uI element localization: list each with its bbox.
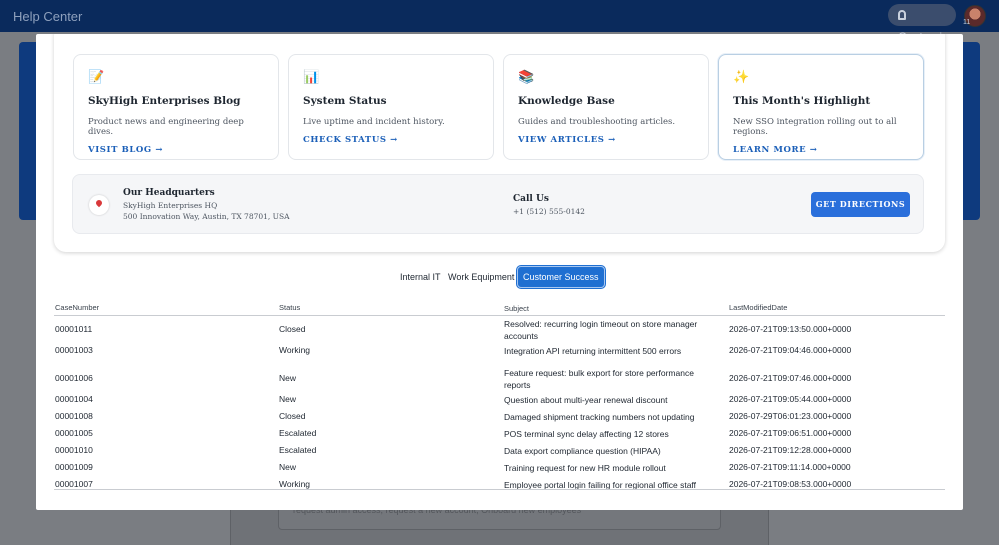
cell-last-modified: 2026-07-21T09:11:14.000+0000 [729, 462, 851, 472]
cases-table: CaseNumber Status Subject LastModifiedDa… [54, 302, 945, 490]
cell-last-modified: 2026-07-21T09:07:46.000+0000 [729, 373, 852, 383]
cell-status: Working [279, 345, 311, 355]
cell-last-modified: 2026-07-21T09:06:51.000+0000 [729, 428, 852, 438]
call-us-title: Call Us [513, 194, 549, 204]
column-header-case-number[interactable]: CaseNumber [55, 303, 99, 312]
cell-last-modified: 2026-07-21T09:04:46.000+0000 [729, 345, 852, 355]
table-row[interactable]: 00001009 New Training request for new HR m… [54, 462, 945, 476]
resource-card-status: 📊 System Status Live uptime and incident… [288, 54, 494, 160]
check-status-link[interactable]: CHECK STATUS → [303, 135, 479, 145]
sparkles-icon: ✨ [733, 70, 750, 85]
cell-subject: Integration API returning intermittent 5… [504, 346, 682, 356]
table-row[interactable]: 00001010 Escalated Data export compliance … [54, 445, 945, 459]
cell-case-number[interactable]: 00001009 [55, 462, 93, 472]
table-row[interactable]: 00001007 Working Employee portal login fai… [54, 479, 945, 493]
cell-subject: Damaged shipment tracking numbers not up… [504, 412, 695, 422]
cell-case-number[interactable]: 00001011 [55, 324, 92, 334]
resource-card-highlight: ✨ This Month's Highlight New SSO integra… [718, 54, 924, 160]
cell-status: Closed [279, 324, 306, 334]
resource-card-knowledge-base: 📚 Knowledge Base Guides and troubleshoot… [503, 54, 709, 160]
table-row[interactable]: 00001004 New Question about multi-year ren… [54, 394, 945, 408]
table-row[interactable]: 00001003 Working Integration API returning… [54, 345, 945, 359]
cell-case-number[interactable]: 00001008 [55, 411, 93, 421]
cell-last-modified: 2026-07-21T09:08:53.000+0000 [729, 479, 852, 489]
cell-status: Closed [279, 411, 306, 421]
card-description: New SSO integration rolling out to all r… [733, 117, 897, 137]
cell-case-number[interactable]: 00001005 [55, 428, 93, 438]
cell-subject: Data export compliance question (HIPAA) [504, 446, 661, 456]
cell-case-number[interactable]: 00001007 [55, 479, 93, 489]
resources-panel: 📝 SkyHigh Enterprises Blog Product news … [54, 34, 945, 252]
tab-internal-it[interactable]: Internal IT [400, 268, 441, 286]
card-description: Product news and engineering deep dives. [88, 117, 244, 137]
customize-icon [898, 10, 906, 20]
card-description: Live uptime and incident history. [303, 117, 445, 127]
table-header: CaseNumber Status Subject LastModifiedDa… [54, 302, 945, 316]
phone-number[interactable]: +1 (512) 555-0142 [513, 207, 585, 216]
table-row[interactable]: 00001006 New Feature request: bulk export … [54, 367, 945, 391]
cell-last-modified: 2026-07-29T06:01:23.000+0000 [729, 411, 852, 421]
books-icon: 📚 [518, 70, 535, 85]
hq-name: SkyHigh Enterprises HQ [123, 201, 218, 210]
cell-status: New [279, 394, 297, 404]
cell-subject: Feature request: bulk export for store p… [504, 368, 694, 390]
customize-button[interactable]: Customize [888, 4, 956, 44]
column-header-subject[interactable]: Subject [504, 303, 719, 315]
cell-last-modified: 2026-07-21T09:12:28.000+0000 [729, 445, 852, 455]
bar-chart-icon: 📊 [303, 70, 320, 85]
cell-case-number[interactable]: 00001010 [55, 445, 93, 455]
cell-status: Escalated [279, 445, 317, 455]
hq-title: Our Headquarters [123, 188, 215, 198]
cell-status: Escalated [279, 428, 317, 438]
top-nav-bar: Help Center Customize 11 [0, 0, 999, 44]
cell-subject: POS terminal sync delay affecting 12 sto… [504, 429, 669, 439]
cell-status: New [279, 373, 297, 383]
table-row[interactable]: 00001011 Closed Resolved: recurring login … [54, 318, 945, 342]
cell-status: Working [279, 479, 311, 489]
cell-last-modified: 2026-07-21T09:05:44.000+0000 [729, 394, 852, 404]
app-title[interactable]: Help Center [13, 9, 82, 24]
card-title: SkyHigh Enterprises Blog [88, 95, 241, 107]
learn-more-link[interactable]: LEARN MORE → [733, 145, 909, 155]
table-row[interactable]: 00001005 Escalated POS terminal sync delay… [54, 428, 945, 442]
table-bottom-divider [54, 489, 945, 490]
cell-case-number[interactable]: 00001004 [55, 394, 93, 404]
modal-dialog: 📝 SkyHigh Enterprises Blog Product news … [36, 34, 963, 510]
card-title: Knowledge Base [518, 95, 615, 107]
cell-case-number[interactable]: 00001006 [55, 373, 93, 383]
cell-subject: Question about multi-year renewal discou… [504, 395, 668, 405]
column-header-last-modified[interactable]: LastModifiedDate [729, 303, 787, 312]
hq-address: 500 Innovation Way, Austin, TX 78701, US… [123, 212, 290, 221]
tab-customer-success[interactable]: Customer Success [517, 266, 605, 288]
get-directions-button[interactable]: GET DIRECTIONS [811, 192, 910, 217]
tab-work-equipment[interactable]: Work Equipment [448, 268, 514, 286]
table-row[interactable]: 00001008 Closed Damaged shipment tracking … [54, 411, 945, 425]
card-title: System Status [303, 95, 387, 107]
resource-card-blog: 📝 SkyHigh Enterprises Blog Product news … [73, 54, 279, 160]
headquarters-panel: Our Headquarters SkyHigh Enterprises HQ … [72, 174, 924, 234]
view-articles-link[interactable]: VIEW ARTICLES → [518, 135, 694, 145]
memo-icon: 📝 [88, 70, 105, 85]
column-header-status[interactable]: Status [279, 303, 300, 312]
cell-subject: Resolved: recurring login timeout on sto… [504, 319, 698, 341]
map-pin-icon [89, 195, 109, 215]
card-description: Guides and troubleshooting articles. [518, 117, 676, 127]
visit-blog-link[interactable]: VISIT BLOG → [88, 145, 264, 155]
card-title: This Month's Highlight [733, 95, 871, 107]
cell-case-number[interactable]: 00001003 [55, 345, 93, 355]
cell-last-modified: 2026-07-21T09:13:50.000+0000 [729, 324, 852, 334]
cell-status: New [279, 462, 297, 472]
avatar-badge: 11 [963, 19, 971, 26]
cell-subject: Training request for new HR module rollo… [504, 463, 666, 473]
